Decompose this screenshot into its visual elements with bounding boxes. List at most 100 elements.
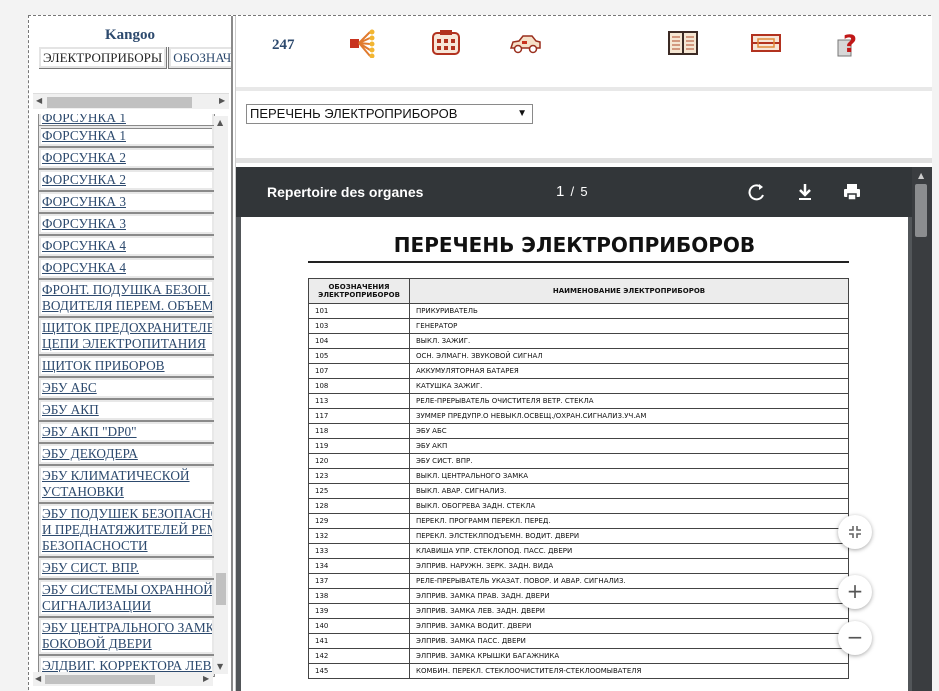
table-row: 137 РЕЛЕ-ПРЕРЫВАТЕЛЬ УКАЗАТ. ПОВОР. И АВА… [308, 573, 849, 589]
component-code: 103 [308, 318, 410, 334]
book-icon[interactable] [666, 28, 700, 58]
sidebar-list-item[interactable]: ФОРСУНКА 2 [38, 147, 215, 169]
component-name: ЗУММЕР ПРЕДУПР.О НЕВЫКЛ.ОСВЕЩ./ОХРАН.СИГ… [409, 408, 849, 424]
scrollbar-thumb[interactable] [45, 675, 155, 684]
sidebar-item-label: И ПРЕДНАТЯЖИТЕЛЕЙ РЕМНЕЙ [42, 522, 212, 537]
component-code: 123 [308, 468, 410, 484]
table-row: 123 ВЫКЛ. ЦЕНТРАЛЬНОГО ЗАМКА [308, 468, 849, 484]
title-underline [308, 261, 849, 263]
tab-electro-devices[interactable]: ЭЛЕКТРОПРИБОРЫ [39, 47, 168, 69]
table-row: 139 ЭЛПРИВ. ЗАМКА ЛЕВ. ЗАДН. ДВЕРИ [308, 603, 849, 619]
column-header-name: НАИМЕНОВАНИЕ ЭЛЕКТРОПРИБОРОВ [409, 278, 849, 304]
sidebar-list-item[interactable]: ЩИТОК ПРИБОРОВ [38, 355, 215, 377]
component-list-scrollbar[interactable]: ▲ ▼ [214, 116, 228, 674]
fit-page-button[interactable] [838, 515, 872, 549]
component-code: 117 [308, 408, 410, 424]
sidebar-list-item[interactable]: ЭБУ АБС [38, 377, 215, 399]
sidebar-item-label: ФОРСУНКА 4 [42, 238, 126, 253]
sidebar-item-label: ФРОНТ. ПОДУШКА БЕЗОП. [42, 282, 211, 297]
table-row: 141 ЭЛПРИВ. ЗАМКА ПАСС. ДВЕРИ [308, 633, 849, 649]
sidebar-list-item[interactable]: ЭБУ АКП [38, 399, 215, 421]
component-code: 128 [308, 498, 410, 514]
sidebar-tabs-scrollbar[interactable]: ◀ ▶ [33, 93, 229, 109]
component-name: ВЫКЛ. ЦЕНТРАЛЬНОГО ЗАМКА [409, 468, 849, 484]
scroll-right-icon[interactable]: ▶ [219, 96, 225, 105]
sidebar-item-label: УСТАНОВКИ [42, 484, 124, 499]
sidebar-list-item[interactable]: ЭБУ АКП "DP0" [38, 421, 215, 443]
scroll-left-icon[interactable]: ◀ [35, 674, 41, 683]
component-code: 125 [308, 483, 410, 499]
scrollbar-thumb[interactable] [915, 184, 927, 237]
sidebar-item-label: ЦЕПИ ЭЛЕКТРОПИТАНИЯ [42, 336, 206, 351]
sidebar-list-item[interactable]: ФРОНТ. ПОДУШКА БЕЗОП. ВОДИТЕЛЯ ПЕРЕМ. ОБЪ… [38, 279, 215, 317]
component-name: ЭЛПРИВ. ЗАМКА ПАСС. ДВЕРИ [409, 633, 849, 649]
component-name: ВЫКЛ. ОБОГРЕВА ЗАДН. СТЕКЛА [409, 498, 849, 514]
sidebar-list-item[interactable]: ЭБУ СИСТ. ВПР. [38, 557, 215, 579]
wiring-diagram-icon[interactable] [348, 28, 382, 59]
sidebar-list-item[interactable]: ЭБУ СИСТЕМЫ ОХРАННОЙ СИГНАЛИЗАЦИИ [38, 579, 215, 617]
sidebar-list-item[interactable]: ФОРСУНКА 4 [38, 257, 215, 279]
component-code: 120 [308, 453, 410, 469]
scroll-left-icon[interactable]: ◀ [36, 96, 42, 105]
table-header-row: ОБОЗНАЧЕНИЯ ЭЛЕКТРОПРИБОРОВ НАИМЕНОВАНИЕ… [308, 278, 849, 304]
zoom-in-button[interactable]: + [838, 575, 872, 609]
sidebar-list-item[interactable]: ЭБУ ДЕКОДЕРА [38, 443, 215, 465]
scroll-right-icon[interactable]: ▶ [203, 674, 209, 683]
sidebar-list-item[interactable]: ФОРСУНКА 3 [38, 191, 215, 213]
scrollbar-thumb[interactable] [47, 97, 192, 108]
table-row: 104 ВЫКЛ. ЗАЖИГ. [308, 333, 849, 349]
table-row: 118 ЭБУ АБС [308, 423, 849, 439]
component-name: РЕЛЕ-ПРЕРЫВАТЕЛЬ УКАЗАТ. ПОВОР. И АВАР. … [409, 573, 849, 589]
table-row: 101 ПРИКУРИВАТЕЛЬ [308, 303, 849, 319]
component-name: ЭЛПРИВ. ЗАМКА ЛЕВ. ЗАДН. ДВЕРИ [409, 603, 849, 619]
fuse-icon[interactable] [749, 28, 783, 58]
component-name: ЭБУ СИСТ. ВПР. [409, 453, 849, 469]
sidebar-list-item[interactable]: ЭБУ ЦЕНТРАЛЬНОГО ЗАМКА БОКОВОЙ ДВЕРИ [38, 617, 215, 655]
zoom-out-button[interactable]: − [838, 621, 872, 655]
sidebar-list-item[interactable]: ФОРСУНКА 1 [38, 125, 215, 147]
table-row: 133 КЛАВИША УПР. СТЕКЛОПОД. ПАСС. ДВЕРИ [308, 543, 849, 559]
help-icon[interactable]: ? [831, 28, 865, 58]
connector-icon[interactable] [429, 28, 463, 58]
pdf-toolbar: Repertoire des organes 1 / 5 [236, 167, 912, 217]
section-selector-bar: ПЕРЕЧЕНЬ ЭЛЕКТРОПРИБОРОВ ▼ [236, 91, 932, 163]
scroll-down-icon[interactable]: ▼ [217, 662, 223, 671]
table-row: 103 ГЕНЕРАТОР [308, 318, 849, 334]
app-frame: Kangoo ЭЛЕКТРОПРИБОРЫ ОБОЗНАЧЕ ◀ ▶ ФОРСУН… [28, 15, 932, 691]
sidebar-list-item[interactable]: ЭБУ КЛИМАТИЧЕСКОЙ УСТАНОВКИ [38, 465, 215, 503]
sidebar-item-label: ЭБУ ЦЕНТРАЛЬНОГО ЗАМКА [42, 620, 214, 635]
component-code: 132 [308, 528, 410, 544]
component-name: ЭЛПРИВ. ЗАМКА ПРАВ. ЗАДН. ДВЕРИ [409, 588, 849, 604]
sidebar-list-item[interactable]: ЭБУ ПОДУШЕК БЕЗОПАСНОСТИИ ПРЕДНАТЯЖИТЕЛЕ… [38, 503, 215, 557]
scroll-up-icon[interactable]: ▲ [918, 171, 924, 180]
sidebar-item-label: ФОРСУНКА 2 [42, 172, 126, 187]
component-name: ОСН. ЭЛМАГН. ЗВУКОВОЙ СИГНАЛ [409, 348, 849, 364]
svg-text:?: ? [843, 30, 857, 58]
sidebar-list-item[interactable]: ФОРСУНКА 4 [38, 235, 215, 257]
sidebar-list-item[interactable]: ЩИТОК ПРЕДОХРАНИТЕЛЕЙ ЦЕПИ ЭЛЕКТРОПИТАНИЯ [38, 317, 215, 355]
scrollbar-thumb[interactable] [216, 573, 226, 605]
table-row: 134 ЭЛПРИВ. НАРУЖН. ЗЕРК. ЗАДН. ВИДА [308, 558, 849, 574]
download-icon[interactable] [794, 181, 816, 203]
table-row: 145 КОМБИН. ПЕРЕКЛ. СТЕКЛООЧИСТИТЕЛЯ-СТЕК… [308, 663, 849, 679]
component-code: 134 [308, 558, 410, 574]
rotate-icon[interactable] [746, 181, 768, 203]
car-icon[interactable] [508, 28, 542, 58]
sidebar-list-item[interactable]: ФОРСУНКА 2 [38, 169, 215, 191]
component-list: ФОРСУНКА 1 ФОРСУНКА 1 ФОРСУНКА 2 ФОРСУНКА 2… [29, 114, 231, 684]
component-name: ЭЛПРИВ. ЗАМКА КРЫШКИ БАГАЖНИКА [409, 648, 849, 664]
scroll-up-icon[interactable]: ▲ [217, 118, 223, 127]
tab-designations[interactable]: ОБОЗНАЧЕ [168, 47, 239, 69]
component-name: КАТУШКА ЗАЖИГ. [409, 378, 849, 394]
pdf-scrollbar[interactable]: ▲ [912, 167, 932, 691]
pdf-current-page[interactable]: 1 [556, 183, 564, 200]
component-name: ПЕРЕКЛ. ПРОГРАММ ПЕРЕКЛ. ПЕРЕД. [409, 513, 849, 529]
table-row: 120 ЭБУ СИСТ. ВПР. [308, 453, 849, 469]
sidebar-list-item[interactable]: ФОРСУНКА 3 [38, 213, 215, 235]
pdf-page-indicator: 1 / 5 [556, 183, 588, 200]
section-select[interactable]: ПЕРЕЧЕНЬ ЭЛЕКТРОПРИБОРОВ ▼ [246, 104, 533, 124]
sidebar-item-label: ЭБУ КЛИМАТИЧЕСКОЙ [42, 468, 190, 483]
component-list-hscrollbar[interactable]: ◀ ▶ [33, 672, 213, 686]
print-icon[interactable] [841, 181, 863, 203]
component-code: 113 [308, 393, 410, 409]
